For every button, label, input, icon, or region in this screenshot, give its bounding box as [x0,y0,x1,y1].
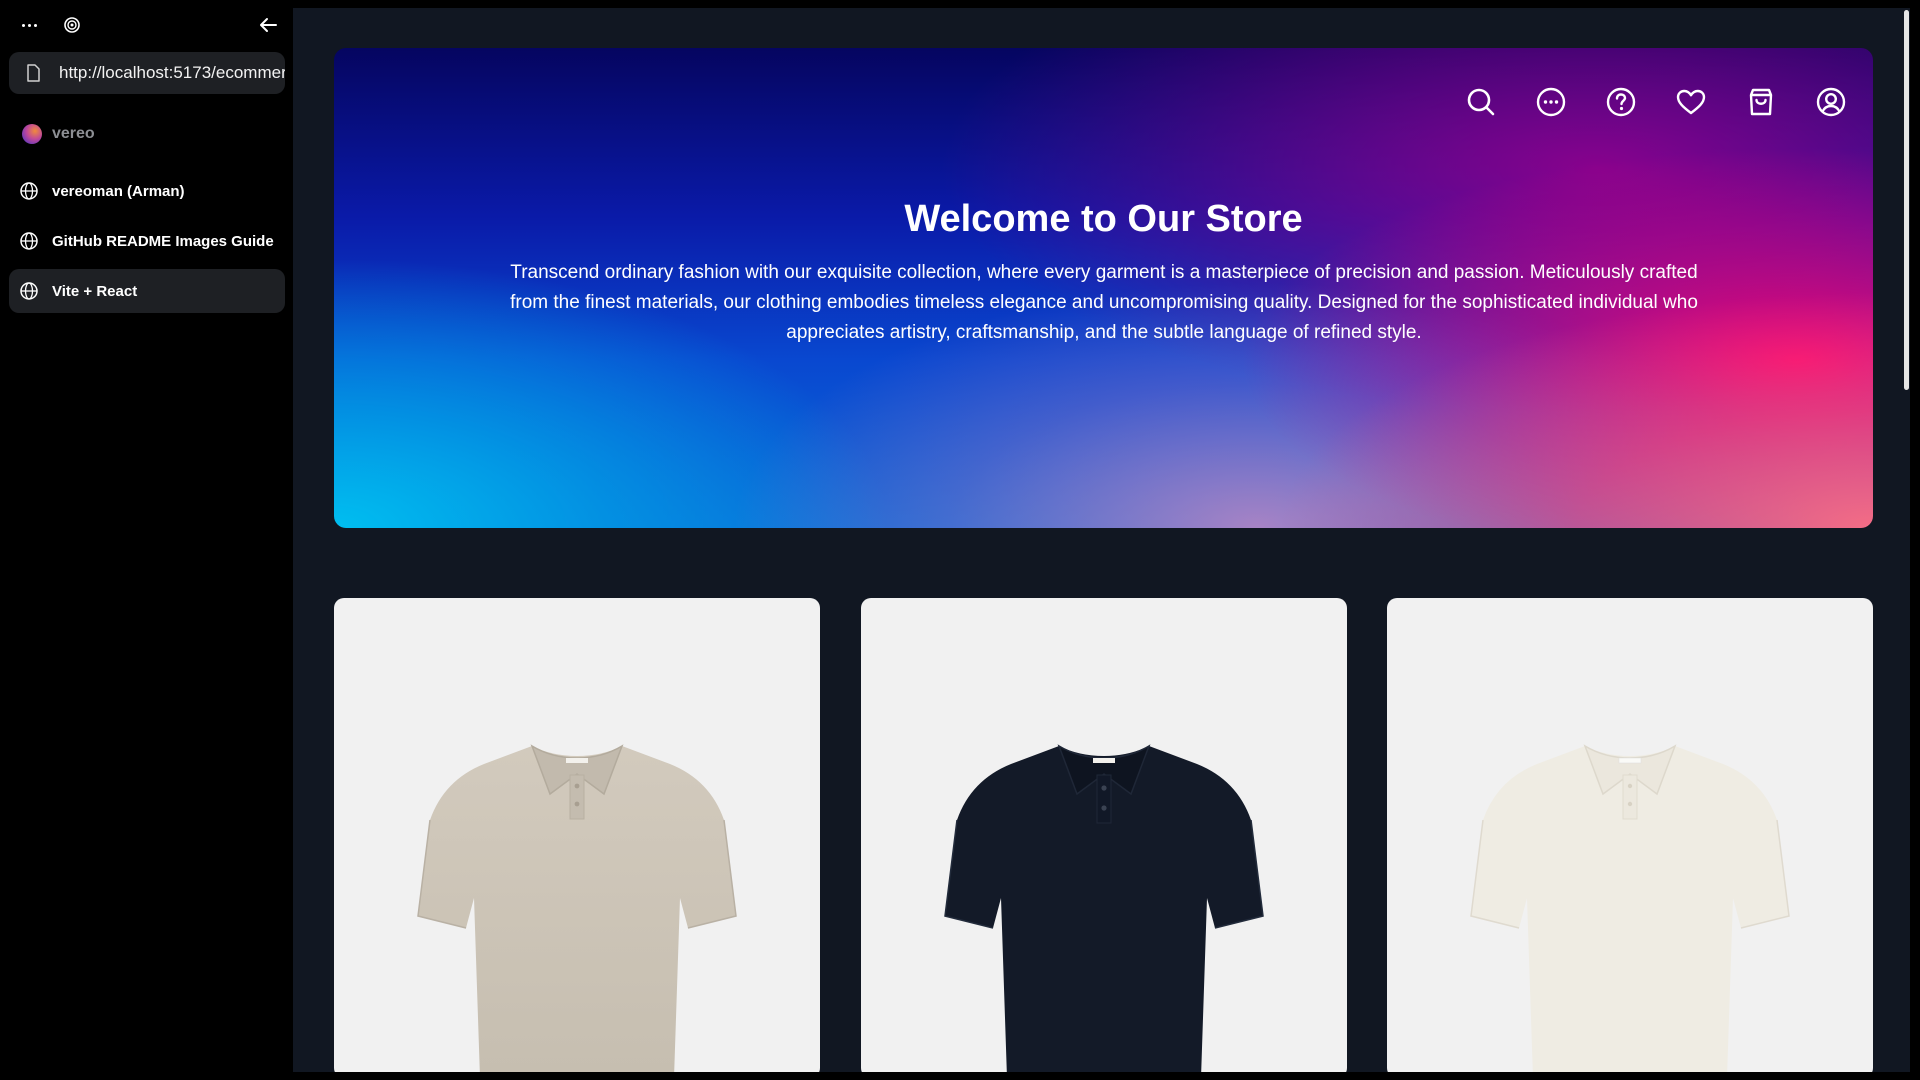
header-actions [1465,86,1847,118]
more-icon[interactable] [1535,86,1567,118]
more-options-icon[interactable] [18,14,40,36]
product-card-beige-polo[interactable] [334,598,820,1072]
globe-icon [20,182,38,200]
hero-banner: Welcome to Our Store Transcend ordinary … [334,48,1873,528]
sidebar-toolbar [0,0,293,50]
help-icon[interactable] [1605,86,1637,118]
polo-shirt-image [417,744,737,1072]
product-card-navy-polo[interactable] [861,598,1347,1072]
page-file-icon [27,64,40,82]
profile-switcher[interactable]: vereo [22,124,95,144]
scrollbar-thumb[interactable] [1904,10,1909,390]
hero-title: Welcome to Our Store [904,198,1303,240]
sidebar-tab-github-readme[interactable]: GitHub README Images Guide [9,219,285,263]
profile-name: vereo [52,125,95,142]
profile-avatar [22,124,42,144]
address-bar[interactable]: http://localhost:5173/ecommerce [9,52,285,94]
browser-sidebar: http://localhost:5173/ecommerce vereo ve… [0,0,293,1080]
browser-logo-icon[interactable] [61,14,83,36]
globe-icon [20,232,38,250]
product-card-ecru-polo[interactable] [1387,598,1873,1072]
polo-shirt-image [1470,744,1790,1072]
page-content: Welcome to Our Store Transcend ordinary … [293,8,1910,1072]
globe-icon [20,282,38,300]
tab-label: GitHub README Images Guide [52,232,274,250]
tab-label: Vite + React [52,282,138,300]
tab-label: vereoman (Arman) [52,182,185,200]
heart-icon[interactable] [1675,86,1707,118]
sidebar-tab-vereoman[interactable]: vereoman (Arman) [9,169,285,213]
account-icon[interactable] [1815,86,1847,118]
search-icon[interactable] [1465,86,1497,118]
polo-shirt-image [944,744,1264,1072]
hero-description: Transcend ordinary fashion with our exqu… [510,262,1698,343]
sidebar-tab-vite-react[interactable]: Vite + React [9,269,285,313]
page-scrollbar[interactable] [1902,8,1910,1072]
shopping-bag-icon[interactable] [1745,86,1777,118]
product-grid [334,598,1873,1072]
address-bar-text[interactable]: http://localhost:5173/ecommerce [59,63,285,83]
back-arrow-icon[interactable] [256,13,280,37]
